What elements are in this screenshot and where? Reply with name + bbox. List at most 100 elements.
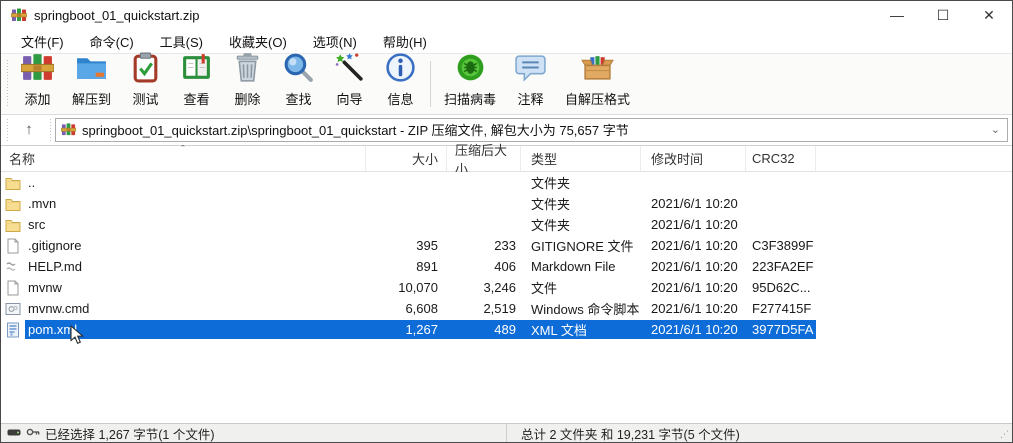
file-name: src: [25, 217, 366, 232]
file-modified: 2021/6/1 10:20: [641, 280, 746, 295]
menu-commands[interactable]: 命令(C): [78, 30, 146, 53]
minimize-button[interactable]: —: [874, 1, 920, 29]
sort-ascending-icon: ˆ: [181, 144, 185, 156]
wizard-label: 向导: [337, 89, 363, 108]
delete-button[interactable]: 删除: [222, 56, 273, 112]
statusbar: 已经选择 1,267 字节(1 个文件) 总计 2 文件夹 和 19,231 字…: [1, 423, 1012, 442]
file-size: 10,070: [366, 280, 447, 295]
window-controls: — ☐ ✕: [874, 1, 1012, 29]
address-combobox[interactable]: springboot_01_quickstart.zip\springboot_…: [55, 118, 1008, 142]
extract-folder-icon: [75, 51, 108, 87]
file-name: ..: [25, 175, 366, 190]
extract-to-label: 解压到: [72, 89, 111, 108]
markdown-file-icon: [1, 261, 25, 273]
resize-grip-icon[interactable]: ⋰: [1000, 429, 1010, 440]
up-one-level-button[interactable]: ↑: [12, 118, 46, 142]
column-header-packed[interactable]: 压缩后大小: [447, 146, 521, 171]
file-crc: F277415F: [746, 301, 816, 316]
winrar-app-icon: [11, 7, 27, 23]
list-header: ˆ 名称 大小 压缩后大小 类型 修改时间 CRC32: [1, 146, 1012, 172]
column-header-modified[interactable]: 修改时间: [641, 146, 746, 171]
table-row-mvnw[interactable]: mvnw 10,070 3,246 文件 2021/6/1 10:20 95D6…: [1, 277, 1012, 298]
file-type: 文件夹: [521, 194, 641, 213]
extract-to-button[interactable]: 解压到: [63, 56, 120, 112]
search-icon: [282, 51, 315, 87]
maximize-button[interactable]: ☐: [920, 1, 966, 29]
menu-tools[interactable]: 工具(S): [148, 30, 215, 53]
folder-icon: [1, 197, 25, 211]
comment-button[interactable]: 注释: [505, 56, 556, 112]
file-modified: 2021/6/1 10:20: [641, 238, 746, 253]
column-header-crc32[interactable]: CRC32: [746, 146, 816, 171]
menubar: 文件(F) 命令(C) 工具(S) 收藏夹(O) 选项(N) 帮助(H): [1, 29, 1012, 53]
file-type: 文件: [521, 278, 641, 297]
totals-summary: 总计 2 文件夹 和 19,231 字节(5 个文件): [521, 424, 740, 443]
column-header-filler: [816, 146, 1012, 171]
table-row-mvn[interactable]: .mvn 文件夹 2021/6/1 10:20: [1, 193, 1012, 214]
table-row-src[interactable]: src 文件夹 2021/6/1 10:20: [1, 214, 1012, 235]
add-button[interactable]: 添加: [12, 56, 63, 112]
winrar-window: springboot_01_quickstart.zip — ☐ ✕ 文件(F)…: [0, 0, 1013, 443]
trash-icon: [231, 51, 264, 87]
toolbar-separator: [430, 61, 431, 107]
wizard-button[interactable]: 向导: [324, 56, 375, 112]
file-modified: 2021/6/1 10:20: [641, 196, 746, 211]
table-row-pom-xml[interactable]: pom.xml 1,267 489 XML 文档 2021/6/1 10:20 …: [1, 319, 1012, 340]
table-row-help-md[interactable]: HELP.md 891 406 Markdown File 2021/6/1 1…: [1, 256, 1012, 277]
file-name: HELP.md: [25, 259, 366, 274]
file-modified: 2021/6/1 10:20: [641, 322, 746, 337]
view-button[interactable]: 查看: [171, 56, 222, 112]
file-icon: [1, 238, 25, 254]
file-crc: 3977D5FA: [746, 322, 816, 337]
table-row-mvnw-cmd[interactable]: mvnw.cmd 6,608 2,519 Windows 命令脚本 2021/6…: [1, 298, 1012, 319]
table-row-gitignore[interactable]: .gitignore 395 233 GITIGNORE 文件 2021/6/1…: [1, 235, 1012, 256]
chevron-down-icon[interactable]: ⌄: [988, 123, 1003, 136]
scan-virus-button[interactable]: 扫描病毒: [435, 56, 505, 112]
cmd-file-icon: [1, 302, 25, 316]
file-modified: 2021/6/1 10:20: [641, 217, 746, 232]
window-title: springboot_01_quickstart.zip: [34, 8, 200, 23]
table-row-parent-dir[interactable]: .. 文件夹: [1, 172, 1012, 193]
xml-file-icon: [1, 322, 25, 338]
column-header-type[interactable]: 类型: [521, 146, 641, 171]
winrar-archive-icon: [61, 122, 76, 137]
scan-virus-label: 扫描病毒: [444, 89, 496, 108]
view-label: 查看: [184, 89, 210, 108]
test-label: 测试: [133, 89, 159, 108]
menu-file[interactable]: 文件(F): [9, 30, 76, 53]
file-size: 395: [366, 238, 447, 253]
file-type: GITIGNORE 文件: [521, 236, 641, 255]
view-book-icon: [180, 51, 213, 87]
titlebar: springboot_01_quickstart.zip — ☐ ✕: [1, 1, 1012, 29]
info-button[interactable]: 信息: [375, 56, 426, 112]
column-header-size[interactable]: 大小: [366, 146, 447, 171]
file-packed-size: 233: [447, 238, 521, 253]
file-name: mvnw.cmd: [25, 301, 366, 316]
find-button[interactable]: 查找: [273, 56, 324, 112]
file-icon: [1, 280, 25, 296]
info-icon: [384, 51, 417, 87]
drive-icon: [7, 426, 21, 440]
sfx-button[interactable]: 自解压格式: [556, 56, 639, 112]
file-size: 1,267: [366, 322, 447, 337]
file-name: pom.xml: [25, 322, 366, 337]
toolbar: 添加 解压到 测试 查看 删除 查找 向导 信息: [1, 53, 1012, 115]
file-name: .gitignore: [25, 238, 366, 253]
add-label: 添加: [24, 89, 50, 108]
comment-label: 注释: [518, 89, 544, 108]
file-modified: 2021/6/1 10:20: [641, 259, 746, 274]
menu-options[interactable]: 选项(N): [301, 30, 369, 53]
comment-bubble-icon: [514, 51, 547, 87]
test-button[interactable]: 测试: [120, 56, 171, 112]
close-button[interactable]: ✕: [966, 1, 1012, 29]
statusbar-left: 已经选择 1,267 字节(1 个文件): [1, 424, 507, 442]
menu-favorites[interactable]: 收藏夹(O): [217, 30, 299, 53]
selection-summary: 已经选择 1,267 字节(1 个文件): [45, 424, 214, 443]
file-crc: 223FA2EF: [746, 259, 816, 274]
file-name: .mvn: [25, 196, 366, 211]
file-type: 文件夹: [521, 215, 641, 234]
file-packed-size: 3,246: [447, 280, 521, 295]
key-icon[interactable]: [26, 426, 40, 440]
menu-help[interactable]: 帮助(H): [371, 30, 439, 53]
info-label: 信息: [388, 89, 414, 108]
